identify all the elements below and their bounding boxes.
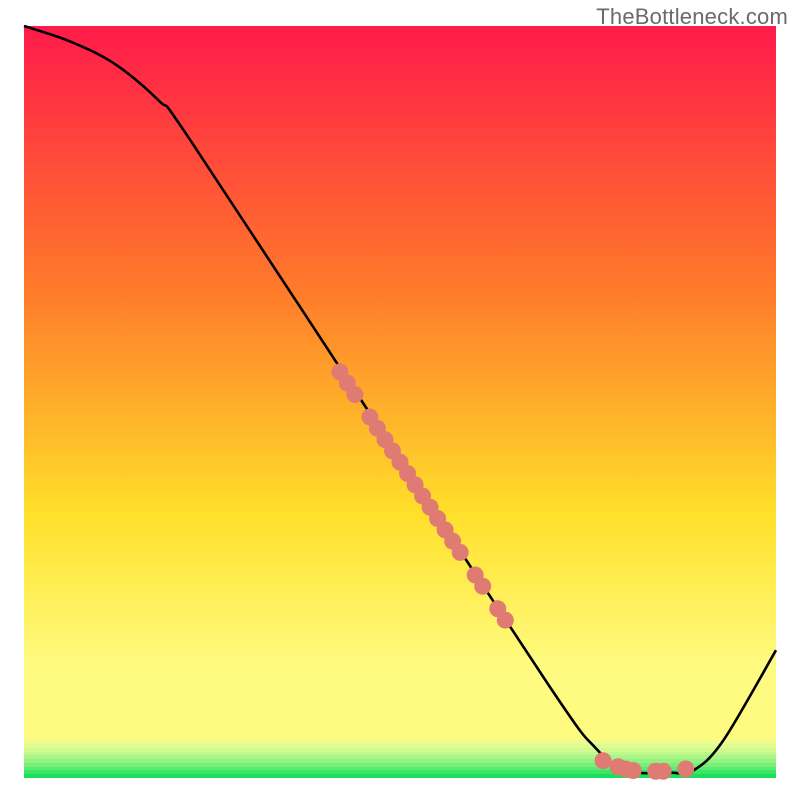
data-point — [595, 752, 612, 769]
plot-border — [24, 26, 776, 778]
data-point — [677, 760, 694, 777]
chart-stage: TheBottleneck.com — [0, 0, 800, 800]
data-point — [452, 544, 469, 561]
data-point — [625, 762, 642, 779]
data-point — [497, 612, 514, 629]
data-point — [474, 578, 491, 595]
bottleneck-curve — [24, 26, 776, 774]
plot-frame — [24, 26, 776, 778]
chart-overlay-svg — [24, 26, 776, 778]
data-points-group — [331, 363, 694, 779]
data-point — [655, 763, 672, 780]
data-point — [346, 386, 363, 403]
